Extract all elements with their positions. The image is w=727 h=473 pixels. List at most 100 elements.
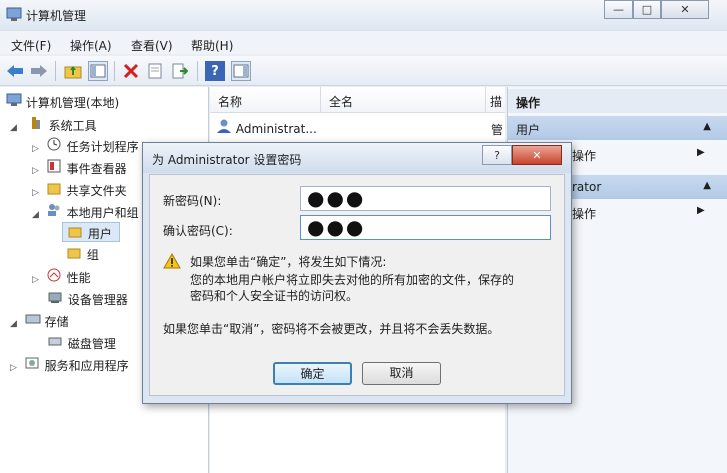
menu-file[interactable]: 文件(F) xyxy=(11,37,51,54)
tree-label: 设备管理器 xyxy=(67,293,128,307)
dialog-help-button[interactable]: ? xyxy=(482,145,512,165)
tree-item-device-manager[interactable]: 设备管理器 xyxy=(48,290,128,308)
help-icon: ? xyxy=(494,148,500,162)
collapsed-arrow-icon[interactable]: ▷ xyxy=(10,363,17,373)
expanded-arrow-icon[interactable]: ◢ xyxy=(32,210,39,220)
toolbar xyxy=(0,56,727,86)
clock-icon xyxy=(47,137,63,153)
folder-icon xyxy=(68,226,84,242)
tree-item-disk-management[interactable]: 磁盘管理 xyxy=(48,334,116,352)
tree-item-performance[interactable]: ▷ 性能 xyxy=(32,268,91,286)
ok-button[interactable]: 确定 xyxy=(273,362,352,385)
computer-icon xyxy=(6,93,22,109)
collapsed-arrow-icon[interactable]: ▷ xyxy=(32,166,39,176)
cancel-note: 如果您单击“取消”，密码将不会被更改，并且将不会丢失数据。 xyxy=(163,322,500,336)
toolbar-separator xyxy=(114,61,115,81)
storage-icon xyxy=(25,312,41,328)
new-password-field[interactable]: ●●● xyxy=(300,186,551,211)
user-icon xyxy=(216,119,232,135)
column-header-description[interactable]: 描 xyxy=(485,87,505,113)
tree-label: 性能 xyxy=(66,271,91,285)
menu-action[interactable]: 操作(A) xyxy=(70,37,112,54)
menu-help[interactable]: 帮助(H) xyxy=(191,37,233,54)
collapsed-arrow-icon[interactable]: ▷ xyxy=(32,188,39,198)
tree-item-shared-folders[interactable]: ▷ 共享文件夹 xyxy=(32,181,127,199)
dialog-close-button[interactable]: ✕ xyxy=(512,145,562,165)
cell-description: 管 xyxy=(491,123,504,137)
tools-icon xyxy=(29,116,45,132)
tree-label: 任务计划程序 xyxy=(66,140,139,154)
confirm-password-field[interactable]: ●●● xyxy=(300,215,551,240)
expanded-arrow-icon[interactable]: ◢ xyxy=(10,319,17,329)
computer-management-icon xyxy=(6,6,22,22)
tree-label: 组 xyxy=(86,248,99,262)
tree-item-root[interactable]: 计算机管理(本地) xyxy=(6,93,119,111)
new-password-label: 新密码(N): xyxy=(163,194,222,208)
tree-item-storage[interactable]: ◢ 存储 xyxy=(10,312,69,330)
tree-item-services-apps[interactable]: ▷ 服务和应用程序 xyxy=(10,356,129,374)
warning-line-1: 您的本地用户帐户将立即失去对他的所有加密的文件，保存的 xyxy=(190,273,515,287)
cancel-button[interactable]: 取消 xyxy=(362,362,441,385)
tree-label: 共享文件夹 xyxy=(66,184,127,198)
properties-icon[interactable] xyxy=(145,61,165,81)
show-hide-tree-icon[interactable] xyxy=(88,61,108,81)
warning-icon xyxy=(163,252,181,272)
tree-label: 存储 xyxy=(44,315,69,329)
minimize-button[interactable]: — xyxy=(604,0,633,19)
dialog-title: 为 Administrator 设置密码 xyxy=(152,153,302,167)
column-header-fullname[interactable]: 全名 xyxy=(320,87,485,113)
warning-title: 如果您单击“确定”，将发生如下情况: xyxy=(190,255,387,269)
action-pane-header: 操作 xyxy=(508,89,727,113)
export-icon[interactable] xyxy=(170,61,190,81)
delete-icon[interactable] xyxy=(121,61,141,81)
back-icon[interactable] xyxy=(5,61,25,81)
folder-icon xyxy=(67,247,83,263)
action-section-users[interactable]: 用户 ▲ xyxy=(508,116,727,140)
confirm-password-label: 确认密码(C): xyxy=(163,224,233,238)
tree-item-event-viewer[interactable]: ▷ 事件查看器 xyxy=(32,159,127,177)
disk-icon xyxy=(48,334,64,350)
show-hide-action-pane-icon[interactable] xyxy=(231,61,251,81)
collapse-arrow-icon[interactable]: ▲ xyxy=(703,121,711,132)
table-row[interactable]: Administrat... xyxy=(216,119,317,136)
tree-label: 服务和应用程序 xyxy=(44,359,129,373)
tree-item-groups[interactable]: 组 xyxy=(67,246,99,263)
tree-label: 系统工具 xyxy=(48,119,97,133)
close-icon: ✕ xyxy=(532,148,542,162)
collapse-arrow-icon[interactable]: ▲ xyxy=(703,180,711,191)
action-more-2[interactable]: 操作 xyxy=(572,205,596,222)
submenu-arrow-icon[interactable]: ▶ xyxy=(697,205,705,216)
event-viewer-icon xyxy=(47,159,63,175)
tree-label: 本地用户和组 xyxy=(66,206,139,220)
submenu-arrow-icon[interactable]: ▶ xyxy=(697,147,705,158)
forward-icon[interactable] xyxy=(29,61,49,81)
cell-name: Administrat... xyxy=(235,122,317,136)
action-section-label: rator xyxy=(572,180,602,194)
column-header-name[interactable]: 名称 xyxy=(210,87,320,113)
toolbar-separator xyxy=(197,61,198,81)
performance-icon xyxy=(47,268,63,284)
device-manager-icon xyxy=(48,290,64,306)
up-folder-icon[interactable] xyxy=(63,61,83,81)
close-icon: ✕ xyxy=(680,3,690,16)
expanded-arrow-icon[interactable]: ◢ xyxy=(10,123,17,133)
toolbar-separator xyxy=(55,61,56,81)
tree-label: 计算机管理(本地) xyxy=(25,96,120,110)
maximize-button[interactable]: □ xyxy=(633,0,661,19)
collapsed-arrow-icon[interactable]: ▷ xyxy=(32,275,39,285)
menu-view[interactable]: 查看(V) xyxy=(131,37,173,54)
tree-label: 事件查看器 xyxy=(66,162,127,176)
minimize-icon: — xyxy=(613,3,624,16)
close-button[interactable]: ✕ xyxy=(661,0,709,19)
tree-item-system-tools[interactable]: ◢ 系统工具 xyxy=(10,116,97,134)
action-more-1[interactable]: 操作 xyxy=(572,147,596,164)
tree-item-local-users-groups[interactable]: ◢ 本地用户和组 xyxy=(32,203,139,221)
tree-item-task-scheduler[interactable]: ▷ 任务计划程序 xyxy=(32,137,139,155)
shared-folder-icon xyxy=(47,181,63,197)
warning-line-2: 密码和个人安全证书的访问权。 xyxy=(190,289,359,303)
help-icon[interactable]: ? xyxy=(205,61,225,81)
action-section-label: 用户 xyxy=(516,123,541,137)
tree-item-users[interactable]: 用户 xyxy=(62,222,120,242)
collapsed-arrow-icon[interactable]: ▷ xyxy=(32,144,39,154)
tree-label: 用户 xyxy=(87,227,112,241)
